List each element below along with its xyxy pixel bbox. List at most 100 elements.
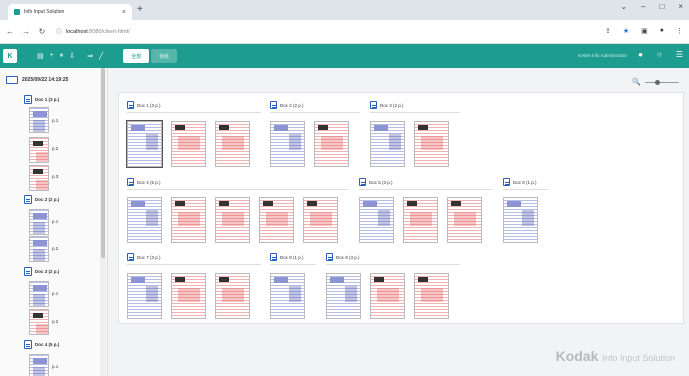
tab-search-icon[interactable]: ⌄ [620,2,627,11]
tree-doc[interactable]: Doc 2 (2 p.) [24,195,59,204]
site-info-icon[interactable]: ⓘ [56,27,62,36]
page-thumbnail[interactable] [359,197,394,243]
profile-icon[interactable]: ● [660,27,664,35]
page-thumbnail[interactable] [503,197,538,243]
doc-header[interactable]: Doc 4 (5 p.) [127,178,161,186]
tree-page-label: p.3 [52,174,59,179]
tree-page-label: p.1 [52,118,59,123]
tree-page-thumbnail[interactable] [29,107,49,133]
doc-header[interactable]: Doc 8 (1 p.) [270,253,304,261]
group-divider [127,112,261,113]
page-thumbnail[interactable] [171,197,206,243]
zoom-icon: 🔍 [632,79,641,86]
tree-page-thumbnail[interactable] [29,165,49,191]
page-thumbnail[interactable] [370,121,405,167]
tab-close-icon[interactable]: × [122,9,126,16]
doc-header[interactable]: Doc 3 (2 p.) [370,101,404,109]
page-thumbnail[interactable] [126,120,163,168]
tree-doc[interactable]: Doc 4 (5 p.) [24,340,59,349]
page-thumbnail[interactable] [414,121,449,167]
tree-page-thumbnail[interactable] [29,309,49,335]
document-icon [359,178,366,186]
zoom-slider-knob[interactable] [655,79,660,85]
document-icon [370,101,377,109]
page-thumbnail[interactable] [326,273,361,319]
doc-header[interactable]: Doc 1 (3 p.) [127,101,161,109]
page-thumbnail[interactable] [171,273,206,319]
tree-page-thumbnail[interactable] [29,236,49,262]
doc-header[interactable]: Doc 9 (3 p.) [326,253,360,261]
group-divider [503,189,549,190]
page-thumbnail[interactable] [370,273,405,319]
screen: Info Input Solution × + ⌄ – □ × ← → ↻ ⓘ … [0,0,689,376]
tree-doc-label: Doc 2 (2 p.) [35,197,60,202]
group-divider [326,264,460,265]
tree-page-thumbnail[interactable] [29,281,49,307]
export-icon[interactable]: ⇒ [87,52,93,60]
browser-tab[interactable]: Info Input Solution × [8,4,132,20]
page-thumbnail[interactable] [447,197,482,243]
page-thumbnail[interactable] [270,273,305,319]
zoom-control: 🔍 [632,78,679,86]
page-thumbnail[interactable] [215,273,250,319]
doc-header[interactable]: Doc 5 (3 p.) [359,178,393,186]
page-thumbnail[interactable] [215,197,250,243]
extensions-icon[interactable]: ▣ [641,27,648,35]
maximize-icon[interactable]: □ [659,2,664,11]
sidebar-scroll-thumb[interactable] [101,68,105,258]
tree-page-thumbnail[interactable] [29,354,49,376]
batch-node[interactable]: 2025/09/22 14:19:25 [6,76,68,84]
address-bar[interactable]: ⓘ localhost:8080/client-html/ [56,27,130,37]
document-icon [24,95,32,104]
forward-icon[interactable]: → [20,27,32,36]
star-icon[interactable]: ★ [623,27,629,35]
header-right: ● ○ ☰ [638,50,683,59]
split-icon[interactable]: ⏸ [60,52,64,60]
page-thumbnail[interactable] [127,273,162,319]
reload-icon[interactable]: ↻ [36,27,48,36]
page-thumbnail[interactable] [414,273,449,319]
page-thumbnail[interactable] [171,121,206,167]
tab-pending[interactable]: 待处 [151,49,178,63]
tree-doc-label: Doc 1 (3 p.) [35,97,60,102]
tree-page-label: p.1 [52,219,59,224]
tree-doc[interactable]: Doc 1 (3 p.) [24,95,59,104]
new-tab-button[interactable]: + [137,4,143,15]
page-thumbnail[interactable] [215,121,250,167]
doc-label: Doc 7 (3 p.) [137,254,161,260]
edit-icon[interactable]: ╱ [99,52,103,60]
page-thumbnail[interactable] [314,121,349,167]
tree-page-label: p.1 [52,291,59,296]
page-thumbnail[interactable] [403,197,438,243]
minimize-icon[interactable]: – [641,2,645,11]
share-icon[interactable]: ⇪ [605,27,611,35]
menu-icon[interactable]: ⋮ [676,27,683,35]
add-icon[interactable]: + [50,52,54,60]
tree-page-thumbnail[interactable] [29,137,49,163]
doc-label: Doc 9 (3 p.) [336,254,360,260]
scan-icon[interactable]: ▤ [37,52,44,60]
page-thumbnail[interactable] [127,197,162,243]
doc-header[interactable]: Doc 6 (1 p.) [503,178,537,186]
doc-header[interactable]: Doc 2 (2 p.) [270,101,304,109]
tree-doc[interactable]: Doc 3 (2 p.) [24,267,59,276]
hamburger-menu-icon[interactable]: ☰ [676,50,683,59]
group-divider [359,189,493,190]
page-thumbnail[interactable] [270,121,305,167]
tab-all[interactable]: 全部 [123,49,150,63]
brand-product: Info Input Solution [602,353,675,363]
close-window-icon[interactable]: × [678,2,683,11]
favicon-icon [14,9,20,15]
window-controls: ⌄ – □ × [620,2,689,11]
user-icon[interactable]: ● [638,50,643,59]
back-icon[interactable]: ← [4,27,16,36]
tree-page-thumbnail[interactable] [29,209,49,235]
doc-header[interactable]: Doc 7 (3 p.) [127,253,161,261]
zoom-slider[interactable] [645,79,679,85]
group-divider [127,264,261,265]
page-thumbnail[interactable] [259,197,294,243]
help-icon[interactable]: ○ [657,50,662,59]
page-thumbnail[interactable] [303,197,338,243]
tree-page-label: p.2 [52,246,59,251]
upload-icon[interactable]: ⇩ [69,52,75,60]
